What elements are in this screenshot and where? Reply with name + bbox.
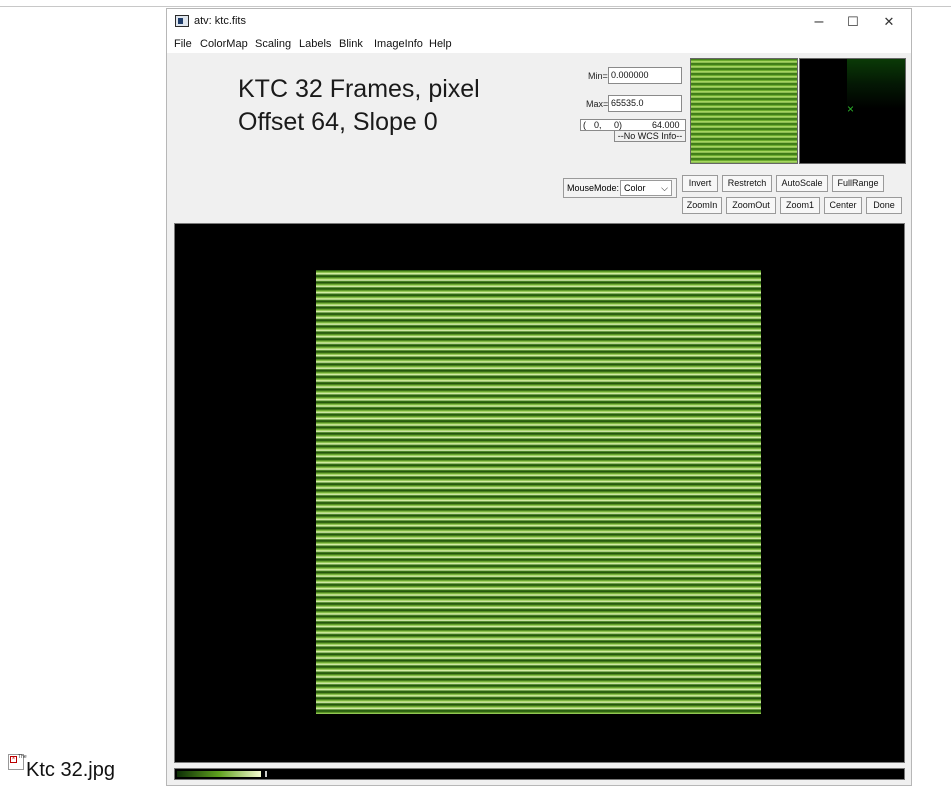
menu-scaling[interactable]: Scaling [255, 38, 291, 50]
autoscale-button[interactable]: AutoScale [776, 175, 828, 192]
coord-y: 0) [614, 120, 623, 130]
annotation-line-1: KTC 32 Frames, pixel [238, 75, 480, 103]
coord-x: 0, [594, 120, 602, 130]
invert-button[interactable]: Invert [682, 175, 718, 192]
close-icon[interactable]: ✕ [872, 11, 906, 33]
done-button[interactable]: Done [866, 197, 902, 214]
pan-window[interactable] [690, 58, 798, 164]
ktc-image [316, 270, 761, 714]
menu-imageinfo[interactable]: ImageInfo [374, 38, 423, 50]
annotation-text: KTC 32 Frames, pixel Offset 64, Slope 0 [238, 73, 480, 139]
zoom1-button[interactable]: Zoom1 [780, 197, 820, 214]
app-icon [175, 15, 189, 27]
min-value: 0.000000 [608, 67, 682, 84]
tracking-image [847, 59, 905, 109]
menu-file[interactable]: File [174, 38, 192, 50]
menu-bar: File ColorMap Scaling Labels Blink Image… [167, 35, 911, 53]
menu-labels[interactable]: Labels [299, 38, 331, 50]
fullrange-button[interactable]: FullRange [832, 175, 884, 192]
max-label: Max= [586, 99, 609, 109]
colorbar[interactable] [174, 768, 905, 780]
restretch-button[interactable]: Restretch [722, 175, 772, 192]
menu-help[interactable]: Help [429, 38, 452, 50]
mousemode-value: Color [624, 183, 646, 193]
center-button[interactable]: Center [824, 197, 862, 214]
menu-blink[interactable]: Blink [339, 38, 363, 50]
window-title: atv: ktc.fits [194, 15, 246, 27]
colorbar-gradient [177, 771, 261, 777]
page-top-divider [0, 6, 951, 7]
mousemode-label: MouseMode: [567, 183, 620, 193]
colorbar-track [265, 771, 904, 777]
pixel-value: 64.000 [652, 120, 680, 130]
annotation-line-2: Offset 64, Slope 0 [238, 108, 438, 136]
broken-image-x: × [10, 756, 17, 763]
mousemode-select[interactable]: Color ⌵ [620, 180, 672, 196]
zoomout-button[interactable]: ZoomOut [726, 197, 776, 214]
image-caption: Ktc 32.jpg [26, 759, 115, 781]
title-bar: atv: ktc.fits – ☐ ✕ [167, 9, 911, 35]
minimize-icon[interactable]: – [802, 11, 836, 33]
main-image-display[interactable] [174, 223, 905, 763]
broken-image-icon: × The [8, 754, 27, 770]
wcs-info: --No WCS Info-- [614, 130, 686, 142]
maximize-icon[interactable]: ☐ [836, 11, 870, 33]
mousemode-group: MouseMode: Color ⌵ [563, 178, 677, 198]
zoomin-button[interactable]: ZoomIn [682, 197, 722, 214]
control-panel: KTC 32 Frames, pixel Offset 64, Slope 0 … [167, 53, 911, 214]
menu-colormap[interactable]: ColorMap [200, 38, 248, 50]
min-label: Min= [588, 71, 608, 81]
cursor-cross-icon: × [847, 102, 855, 116]
coord-open-paren: ( [583, 120, 586, 130]
chevron-down-icon: ⌵ [661, 183, 668, 193]
atv-window: atv: ktc.fits – ☐ ✕ File ColorMap Scalin… [166, 8, 912, 786]
max-value: 65535.0 [608, 95, 682, 112]
tracking-window: × [799, 58, 906, 164]
